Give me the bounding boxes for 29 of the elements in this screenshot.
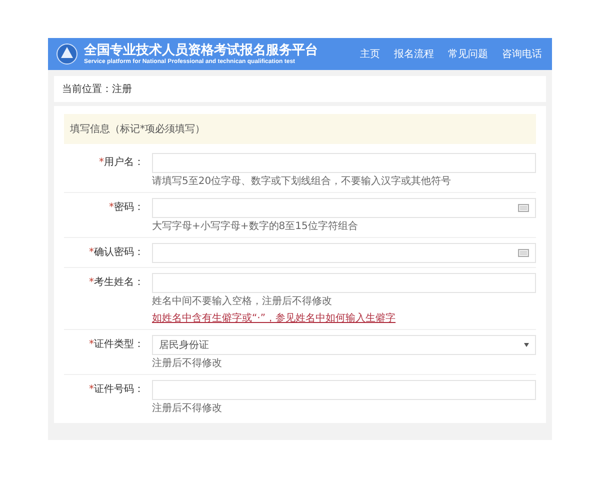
input-field[interactable] — [152, 273, 536, 293]
keyboard-icon — [518, 204, 529, 212]
field-label: *确认密码： — [88, 246, 144, 260]
password-field[interactable] — [152, 243, 536, 263]
nav-link[interactable]: 主页 — [360, 47, 380, 61]
field-label: *证件号码： — [88, 383, 144, 397]
field-label: *用户名： — [98, 156, 144, 170]
input-field[interactable] — [152, 153, 536, 173]
hint-text: 注册后不得修改 — [152, 402, 222, 415]
breadcrumb: 当前位置：注册 — [54, 76, 546, 102]
hint-text: 请填写5至20位字母、数字或下划线组合，不要输入汉字或其他符号 — [152, 175, 452, 188]
select-field[interactable]: 居民身份证 — [152, 335, 536, 355]
hint-text: 大写字母+小写字母+数字的8至15位字符组合 — [152, 220, 358, 233]
nav-link[interactable]: 常见问题 — [448, 47, 488, 61]
site-title: 全国专业技术人员资格考试报名服务平台 — [84, 42, 319, 58]
hint-text: 注册后不得修改 — [152, 357, 222, 370]
password-field[interactable] — [152, 198, 536, 218]
field-label: *密码： — [108, 200, 144, 215]
field-label: *证件类型： — [88, 338, 144, 352]
hint-text: 姓名中间不要输入空格，注册后不得修改 — [152, 295, 332, 308]
nav-link[interactable]: 报名流程 — [394, 47, 434, 61]
input-field[interactable] — [152, 380, 536, 400]
nav-link[interactable]: 咨询电话 — [502, 47, 542, 61]
caret-icon — [524, 343, 529, 347]
field-label: *考生姓名： — [88, 276, 144, 290]
keyboard-icon — [518, 249, 529, 257]
help-link[interactable]: 如姓名中含有生僻字或“·”，参见姓名中如何输入生僻字 — [152, 312, 396, 325]
logo-icon — [56, 43, 78, 65]
notice-banner: 填写信息（标记*项必须填写） — [64, 114, 536, 144]
